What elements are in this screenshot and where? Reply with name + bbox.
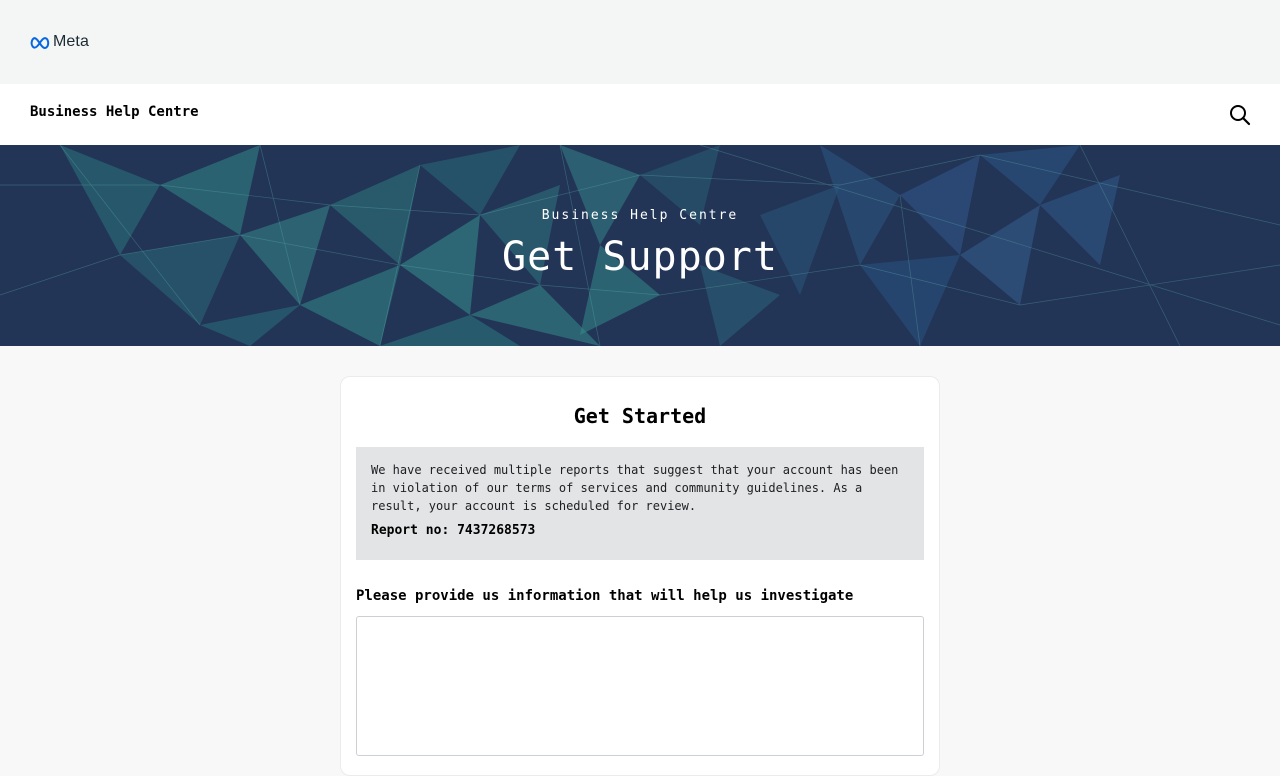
support-form-card: Get Started We have received multiple re… [340,376,940,776]
meta-logo[interactable]: Meta [30,33,89,51]
hero-title: Get Support [502,234,778,280]
search-button[interactable] [1228,103,1252,127]
report-number: Report no: 7437268573 [371,523,536,538]
top-bar: Meta [0,0,1280,84]
hero-banner: Business Help Centre Get Support [0,145,1280,346]
meta-infinity-logo-icon [30,36,50,49]
notice-text: We have received multiple reports that s… [371,463,899,513]
nav-title-link[interactable]: Business Help Centre [30,104,199,120]
info-textarea[interactable] [356,616,924,756]
hero-subtitle: Business Help Centre [541,208,739,223]
nav-bar: Business Help Centre [0,84,1280,145]
notice-box: We have received multiple reports that s… [356,447,924,560]
meta-wordmark: Meta [53,33,89,50]
search-icon [1230,105,1251,126]
card-title: Get Started [573,404,707,428]
info-field-label: Please provide us information that will … [356,588,854,604]
